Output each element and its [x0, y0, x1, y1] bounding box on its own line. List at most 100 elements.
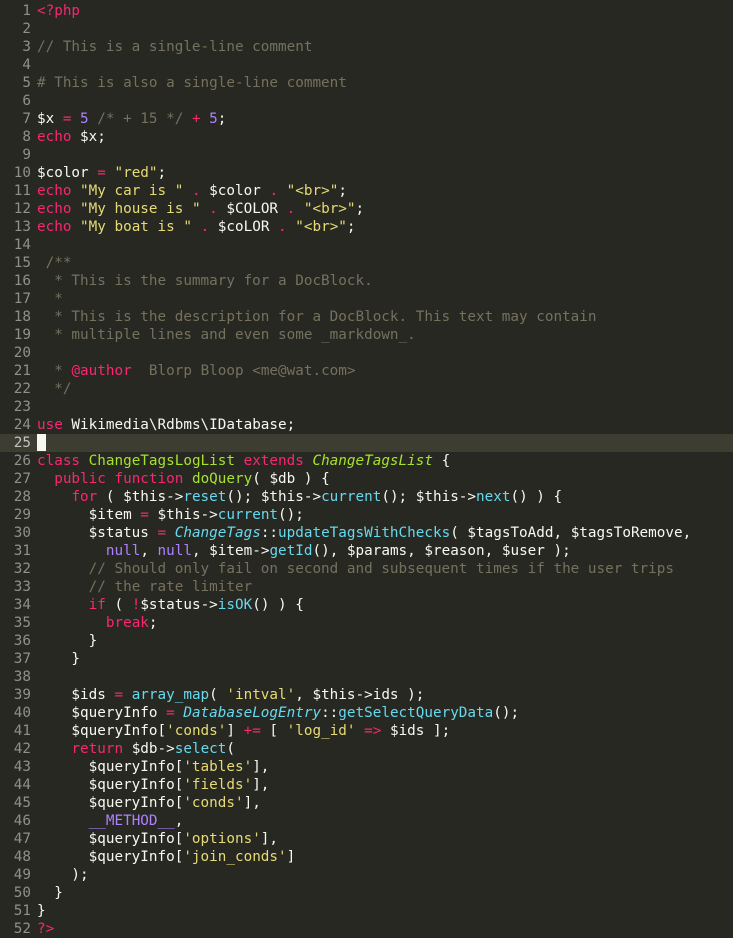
- code-line[interactable]: 9: [0, 146, 733, 164]
- code-line[interactable]: 4: [0, 56, 733, 74]
- code-line[interactable]: 45 $queryInfo['conds'],: [0, 794, 733, 812]
- token-plain: ;: [157, 165, 167, 181]
- code-line[interactable]: 10 $color = "red";: [0, 164, 733, 182]
- line-number: 3: [22, 39, 31, 55]
- line-number: 12: [13, 201, 31, 217]
- code-text: $queryInfo['fields'],: [37, 776, 270, 794]
- code-line[interactable]: 27 public function doQuery( $db ) {: [0, 470, 733, 488]
- line-number: 17: [13, 291, 31, 307]
- code-line[interactable]: 39 $ids = array_map( 'intval', $this->id…: [0, 686, 733, 704]
- code-line[interactable]: 22 */: [0, 380, 733, 398]
- token-plain: $db->: [123, 741, 175, 757]
- code-line[interactable]: 11 echo "My car is " . $color . "<br>";: [0, 182, 733, 200]
- token-kw: break: [105, 615, 149, 631]
- code-editor[interactable]: 1 <?php 2 3// This is a single-line comment…: [0, 0, 733, 938]
- code-line[interactable]: 32 // Should only fail on second and sub…: [0, 560, 733, 578]
- token-plain: ]: [286, 849, 296, 865]
- token-cmt: * This is the description for a DocBlock…: [37, 309, 597, 325]
- code-line[interactable]: 29 $item = $this->current();: [0, 506, 733, 524]
- code-line[interactable]: 6: [0, 92, 733, 110]
- code-line[interactable]: 33 // the rate limiter: [0, 578, 733, 596]
- code-line[interactable]: 49 );: [0, 866, 733, 884]
- code-text: }: [37, 884, 63, 902]
- code-text: * This is the description for a DocBlock…: [37, 308, 596, 326]
- code-line[interactable]: 14: [0, 236, 733, 254]
- code-line[interactable]: 28 for ( $this->reset(); $this->current(…: [0, 488, 733, 506]
- code-line[interactable]: 16 * This is the summary for a DocBlock.: [0, 272, 733, 290]
- code-line[interactable]: 40 $queryInfo = DatabaseLogEntry::getSel…: [0, 704, 733, 722]
- token-plain: }: [37, 885, 63, 901]
- code-line[interactable]: 15 /**: [0, 254, 733, 272]
- code-line[interactable]: 50 }: [0, 884, 733, 902]
- code-line[interactable]: 35 break;: [0, 614, 733, 632]
- token-plain: $COLOR: [217, 201, 287, 217]
- code-text: null, null, $item->getId(), $params, $re…: [37, 542, 571, 560]
- code-line[interactable]: 47 $queryInfo['options'],: [0, 830, 733, 848]
- code-line[interactable]: 18 * This is the description for a DocBl…: [0, 308, 733, 326]
- code-line[interactable]: 51}: [0, 902, 733, 920]
- code-line[interactable]: 26 class ChangeTagsLogList extends Change…: [0, 452, 733, 470]
- token-str: 'log_id': [286, 723, 356, 739]
- code-line[interactable]: 37 }: [0, 650, 733, 668]
- code-line[interactable]: 3 // This is a single-line comment: [0, 38, 733, 56]
- code-text: $queryInfo = DatabaseLogEntry::getSelect…: [37, 704, 519, 722]
- token-kw: echo: [37, 129, 72, 145]
- code-line[interactable]: 12 echo "My house is " . $COLOR . "<br>";: [0, 200, 733, 218]
- token-cmt: *: [37, 291, 63, 307]
- code-text: $queryInfo['options'],: [37, 830, 278, 848]
- token-fn: doQuery: [191, 471, 253, 487]
- code-line[interactable]: 8 echo $x;: [0, 128, 733, 146]
- code-line[interactable]: 20: [0, 344, 733, 362]
- code-line[interactable]: 48 $queryInfo['join_conds']: [0, 848, 733, 866]
- token-plain: ],: [260, 831, 279, 847]
- code-line[interactable]: 44 $queryInfo['fields'],: [0, 776, 733, 794]
- line-number: 27: [13, 471, 31, 487]
- code-line[interactable]: 25: [0, 434, 733, 452]
- code-text: use Wikimedia\Rdbms\IDatabase;: [37, 416, 295, 434]
- line-number: 4: [22, 57, 31, 73]
- line-number: 36: [13, 633, 31, 649]
- code-line[interactable]: 13 echo "My boat is " . $coLOR . "<br>";: [0, 218, 733, 236]
- token-const: null: [157, 543, 192, 559]
- code-text: ?>: [37, 920, 54, 938]
- line-number: 44: [13, 777, 31, 793]
- line-number: 18: [13, 309, 31, 325]
- code-line[interactable]: 24 use Wikimedia\Rdbms\IDatabase;: [0, 416, 733, 434]
- code-text: if ( !$status->isOK() ) {: [37, 596, 304, 614]
- code-text: $item = $this->current();: [37, 506, 304, 524]
- code-line[interactable]: 31 null, null, $item->getId(), $params, …: [0, 542, 733, 560]
- code-line[interactable]: 5 # This is also a single-line comment: [0, 74, 733, 92]
- code-line[interactable]: 7 $x = 5 /* + 15 */ + 5;: [0, 110, 733, 128]
- token-type: ChangeTags: [174, 525, 261, 541]
- token-cmt: # This is also a single-line comment: [37, 75, 347, 91]
- line-number: 9: [22, 147, 31, 163]
- code-line[interactable]: 43 $queryInfo['tables'],: [0, 758, 733, 776]
- token-call: reset: [183, 489, 227, 505]
- code-line[interactable]: 34 if ( !$status->isOK() ) {: [0, 596, 733, 614]
- code-line[interactable]: 2: [0, 20, 733, 38]
- code-line[interactable]: 23: [0, 398, 733, 416]
- code-line[interactable]: 46 __METHOD__,: [0, 812, 733, 830]
- text-cursor: [37, 434, 46, 451]
- code-line[interactable]: 21 * @author Blorp Bloop <me@wat.com>: [0, 362, 733, 380]
- code-line[interactable]: 36 }: [0, 632, 733, 650]
- token-str: "red": [114, 165, 158, 181]
- token-plain: , $item->: [191, 543, 270, 559]
- code-line[interactable]: 41 $queryInfo['conds'] += [ 'log_id' => …: [0, 722, 733, 740]
- code-line[interactable]: 19 * multiple lines and even some _markd…: [0, 326, 733, 344]
- code-line[interactable]: 52 ?>: [0, 920, 733, 938]
- token-cmt: * This is the summary for a DocBlock.: [37, 273, 373, 289]
- code-line[interactable]: 17 *: [0, 290, 733, 308]
- code-line[interactable]: 30 $status = ChangeTags::updateTagsWithC…: [0, 524, 733, 542]
- code-line[interactable]: 1 <?php: [0, 2, 733, 20]
- code-line[interactable]: 42 return $db->select(: [0, 740, 733, 758]
- code-line[interactable]: 38: [0, 668, 733, 686]
- code-text: break;: [37, 614, 158, 632]
